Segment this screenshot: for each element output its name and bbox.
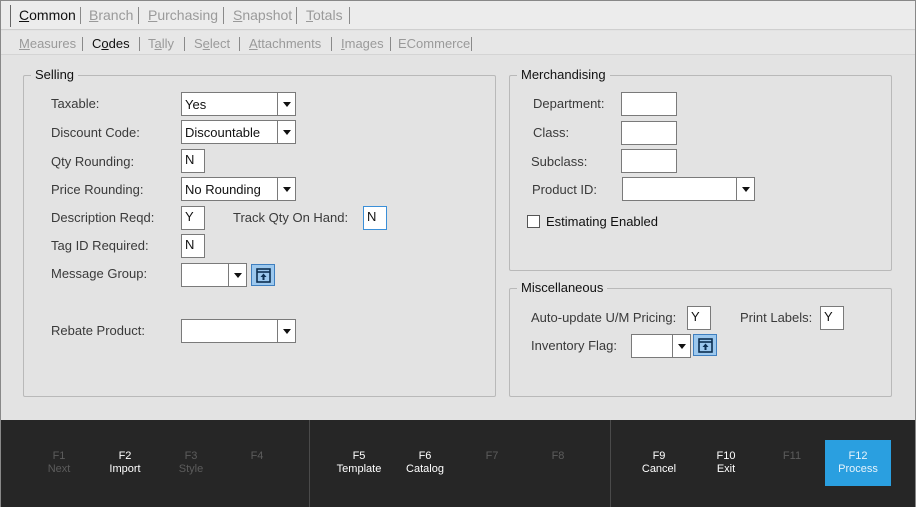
f2-import-button[interactable]: F2 Import <box>100 450 150 476</box>
tab-tally[interactable]: Tally <box>148 36 174 51</box>
tab-codes[interactable]: Codes <box>92 36 130 51</box>
price-rounding-label: Price Rounding: <box>51 182 144 197</box>
tab-divider <box>139 37 140 51</box>
taxable-select[interactable]: Yes <box>181 92 296 116</box>
tab-divider <box>296 7 297 24</box>
class-field[interactable] <box>621 121 677 145</box>
tab-branch[interactable]: Branch <box>89 7 133 23</box>
chevron-down-icon[interactable] <box>672 335 690 357</box>
fkey-divider <box>610 420 611 507</box>
tab-snapshot[interactable]: Snapshot <box>233 7 292 23</box>
tab-divider <box>223 7 224 24</box>
sub-tab-bar: Measures Codes Tally Select Attachments … <box>1 31 915 55</box>
f3-style-button[interactable]: F3 Style <box>166 450 216 476</box>
selling-title: Selling <box>31 67 79 82</box>
tab-purchasing[interactable]: Purchasing <box>148 7 218 23</box>
chevron-down-icon[interactable] <box>736 178 754 200</box>
tab-divider <box>331 37 332 51</box>
track-qty-label: Track Qty On Hand: <box>233 210 349 225</box>
print-labels-field[interactable]: Y <box>820 306 844 330</box>
subclass-label: Subclass: <box>531 154 588 169</box>
chevron-down-icon[interactable] <box>277 178 295 200</box>
selling-group: Selling Taxable: Yes Discount Code: Disc… <box>23 67 496 397</box>
f5-template-button[interactable]: F5 Template <box>334 450 384 476</box>
tab-divider <box>390 37 391 51</box>
chevron-down-icon[interactable] <box>277 320 295 342</box>
rebate-product-label: Rebate Product: <box>51 323 145 338</box>
f7-button[interactable]: F7 <box>467 450 517 463</box>
merchandising-title: Merchandising <box>517 67 610 82</box>
fkey-divider <box>309 420 310 507</box>
chevron-down-icon[interactable] <box>277 93 295 115</box>
window: Common Branch Purchasing Snapshot Totals… <box>0 0 916 507</box>
f4-button[interactable]: F4 <box>232 450 282 463</box>
qty-rounding-label: Qty Rounding: <box>51 154 135 169</box>
tab-attachments[interactable]: Attachments <box>249 36 321 51</box>
chevron-down-icon[interactable] <box>228 264 246 286</box>
lookup-icon <box>698 338 713 353</box>
f10-exit-button[interactable]: F10 Exit <box>701 450 751 476</box>
tab-divider <box>184 37 185 51</box>
estimating-enabled-label: Estimating Enabled <box>546 214 659 229</box>
rebate-product-select[interactable] <box>181 319 296 343</box>
tag-id-required-field[interactable]: N <box>181 234 205 258</box>
tag-id-required-label: Tag ID Required: <box>51 238 149 253</box>
auto-update-pricing-label: Auto-update U/M Pricing: <box>531 310 677 325</box>
price-rounding-value: No Rounding <box>185 182 261 197</box>
f8-button[interactable]: F8 <box>533 450 583 463</box>
message-group-select[interactable] <box>181 263 247 287</box>
inventory-flag-select[interactable] <box>631 334 691 358</box>
miscellaneous-title: Miscellaneous <box>517 280 608 295</box>
discount-code-label: Discount Code: <box>51 125 140 140</box>
tab-totals[interactable]: Totals <box>306 7 343 23</box>
description-reqd-field[interactable]: Y <box>181 206 205 230</box>
description-reqd-label: Description Reqd: <box>51 210 155 225</box>
f11-button[interactable]: F11 <box>767 450 817 463</box>
tab-divider <box>471 37 472 51</box>
tab-divider <box>10 5 11 27</box>
tab-divider <box>138 7 139 24</box>
taxable-label: Taxable: <box>51 96 100 111</box>
discount-code-value: Discountable <box>185 125 261 140</box>
message-group-lookup-button[interactable] <box>251 264 275 286</box>
tab-select[interactable]: Select <box>194 36 230 51</box>
department-label: Department: <box>533 96 605 111</box>
f9-cancel-button[interactable]: F9 Cancel <box>634 450 684 476</box>
department-field[interactable] <box>621 92 677 116</box>
chevron-down-icon[interactable] <box>277 121 295 143</box>
qty-rounding-field[interactable]: N <box>181 149 205 173</box>
tab-ecommerce[interactable]: ECommerce <box>398 36 470 51</box>
discount-code-select[interactable]: Discountable <box>181 120 296 144</box>
tab-divider <box>82 37 83 51</box>
f6-catalog-button[interactable]: F6 Catalog <box>400 450 450 476</box>
merchandising-group: Merchandising Department: Class: Subclas… <box>509 67 892 271</box>
estimating-enabled-checkbox[interactable] <box>527 215 540 228</box>
track-qty-field[interactable]: N <box>363 206 387 230</box>
lookup-icon <box>256 268 271 283</box>
tab-divider <box>80 7 81 24</box>
inventory-flag-lookup-button[interactable] <box>693 334 717 356</box>
print-labels-label: Print Labels: <box>740 310 813 325</box>
product-id-label: Product ID: <box>532 182 598 197</box>
f12-process-button[interactable]: F12 Process <box>825 440 891 486</box>
product-id-select[interactable] <box>622 177 755 201</box>
main-tab-bar: Common Branch Purchasing Snapshot Totals <box>1 1 915 30</box>
f1-next-button[interactable]: F1 Next <box>34 450 84 476</box>
auto-update-pricing-field[interactable]: Y <box>687 306 711 330</box>
class-label: Class: <box>533 125 570 140</box>
inventory-flag-label: Inventory Flag: <box>531 338 617 353</box>
miscellaneous-group: Miscellaneous Auto-update U/M Pricing: Y… <box>509 280 892 397</box>
subclass-field[interactable] <box>621 149 677 173</box>
message-group-label: Message Group: <box>51 266 148 281</box>
function-key-bar: F1 Next F2 Import F3 Style F4 F5 Template F6… <box>1 420 915 507</box>
price-rounding-select[interactable]: No Rounding <box>181 177 296 201</box>
tab-divider <box>349 7 350 24</box>
tab-images[interactable]: Images <box>341 36 384 51</box>
tab-common[interactable]: Common <box>19 7 76 23</box>
taxable-value: Yes <box>185 97 207 112</box>
tab-divider <box>239 37 240 51</box>
tab-measures[interactable]: Measures <box>19 36 76 51</box>
